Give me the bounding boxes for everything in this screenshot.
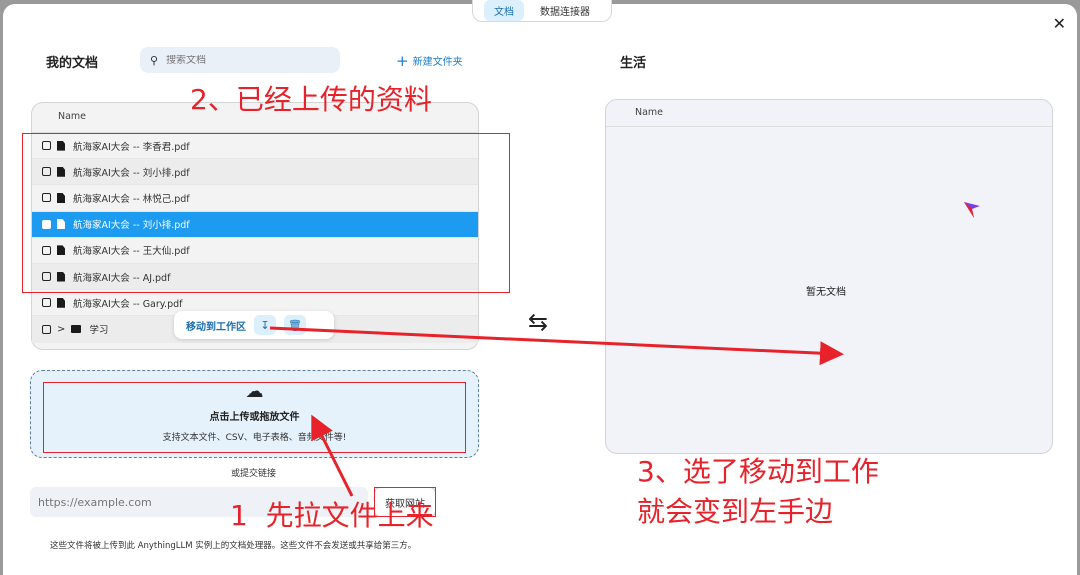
folder-icon — [71, 325, 82, 334]
no-documents-text: 暂无文档 — [806, 287, 846, 298]
annotation-step-2: 2、已经上传的资料 — [190, 83, 432, 116]
annotation-step-1: 1 先拉文件上来 — [230, 499, 434, 532]
workspace-panel: Name 暂无文档 — [605, 99, 1053, 454]
annotation-box-uploaded-files — [22, 133, 510, 293]
annotation-box-dropzone — [43, 382, 466, 453]
trash-icon[interactable]: 🗑 — [284, 315, 306, 335]
cursor-icon — [964, 202, 980, 218]
top-tabs: 文档 数据连接器 — [472, 0, 612, 22]
search-input[interactable] — [166, 54, 317, 66]
selection-action-bar: 移动到工作区 ↧ 🗑 — [174, 311, 334, 339]
folder-name: 学习 — [89, 325, 109, 337]
tab-documents[interactable]: 文档 — [484, 0, 524, 21]
move-to-workspace-button[interactable]: 移动到工作区 — [186, 318, 246, 333]
workspace-title: 生活 — [620, 56, 647, 71]
tab-data-connectors[interactable]: 数据连接器 — [530, 0, 600, 21]
download-icon[interactable]: ↧ — [254, 315, 276, 335]
checkbox[interactable] — [42, 324, 51, 334]
swap-arrows-icon[interactable]: ⇆ — [528, 308, 548, 336]
checkbox[interactable] — [42, 298, 51, 308]
close-icon[interactable]: ✕ — [1053, 14, 1066, 33]
my-documents-title: 我的文档 — [46, 56, 99, 71]
or-submit-link-label: 或提交链接 — [231, 469, 277, 479]
annotation-step-3-line1: 3、选了移动到工作 — [637, 455, 879, 488]
file-icon — [57, 297, 65, 308]
plus-icon: + — [396, 51, 409, 70]
disclaimer-text: 这些文件将被上传到此 AnythingLLM 实例上的文档处理器。这些文件不会发… — [50, 541, 417, 551]
search-icon: ⚲ — [150, 53, 159, 67]
search-box[interactable]: ⚲ — [140, 47, 340, 73]
new-folder-label: 新建文件夹 — [412, 57, 463, 68]
annotation-step-3-line2: 就会变到左手边 — [637, 495, 834, 528]
ws-column-header-name: Name — [606, 100, 1052, 127]
new-folder-button[interactable]: + 新建文件夹 — [396, 53, 463, 68]
chevron-right-icon[interactable]: > — [57, 324, 65, 335]
file-name: 航海家AI大会 -- Gary.pdf — [73, 298, 183, 310]
